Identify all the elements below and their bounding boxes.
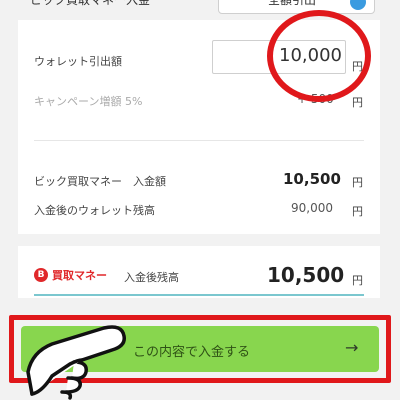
campaign-bonus-label: キャンペーン増額 5% (34, 95, 143, 108)
deposit-header-label: ビック買取マネー入金 (30, 0, 151, 7)
submit-deposit-label[interactable]: この内容で入金する (133, 341, 250, 360)
amount-mode-value[interactable]: 全額引出 (268, 0, 316, 8)
deposit-amount-unit: 円 (352, 176, 363, 189)
wallet-balance-after-label: 入金後のウォレット残高 (34, 204, 155, 217)
balance-underline (34, 294, 364, 296)
kaitori-money-logo-icon: B (34, 268, 48, 282)
balance-after-value: 10,500 (267, 263, 345, 287)
wallet-balance-after-unit: 円 (352, 205, 363, 218)
withdrawal-amount-value[interactable]: 10,000 (279, 45, 342, 66)
balance-after-label: 入金後残高 (124, 271, 179, 284)
pointing-hand-icon (26, 325, 126, 400)
wallet-balance-after-value: 90,000 (291, 201, 333, 215)
campaign-bonus-unit: 円 (352, 96, 363, 109)
wallet-withdrawal-label: ウォレット引出額 (34, 55, 122, 68)
kaitori-money-brand: 買取マネー (52, 269, 107, 282)
withdrawal-unit: 円 (352, 60, 363, 73)
balance-after-unit: 円 (352, 274, 363, 287)
section-divider (34, 140, 364, 141)
campaign-bonus-value: + 500 (297, 92, 334, 106)
deposit-amount-value: 10,500 (283, 170, 341, 188)
deposit-amount-label: ビック買取マネー 入金額 (34, 175, 166, 188)
arrow-right-icon[interactable]: → (345, 338, 358, 357)
